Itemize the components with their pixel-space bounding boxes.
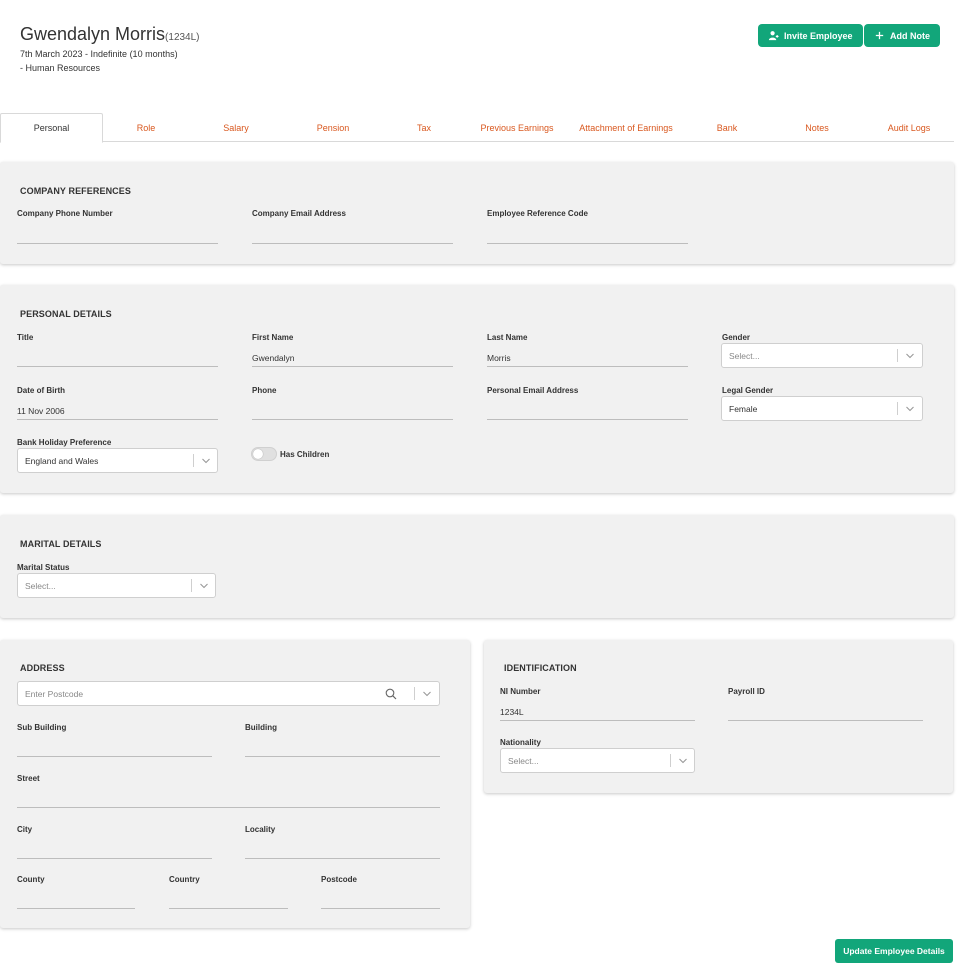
first-name-label: First Name (252, 333, 294, 342)
county-label: County (17, 875, 45, 884)
tab-personal[interactable]: Personal (0, 113, 103, 143)
chevron-down-icon (906, 353, 914, 359)
tab-bar: Personal Role Salary Pension Tax Previou… (0, 113, 954, 143)
employee-department: - Human Resources (20, 63, 101, 73)
tab-role[interactable]: Role (104, 113, 188, 142)
bank-holiday-label: Bank Holiday Preference (17, 438, 112, 447)
gender-placeholder: Select... (729, 350, 760, 361)
payroll-id-input[interactable] (728, 703, 923, 721)
bank-holiday-value: England and Wales (25, 455, 99, 466)
title-input[interactable] (17, 349, 218, 367)
building-input[interactable] (245, 739, 440, 757)
tab-pension[interactable]: Pension (284, 113, 382, 142)
user-plus-icon (768, 31, 779, 41)
add-note-label: Add Note (890, 30, 930, 41)
gender-select[interactable]: Select... (721, 343, 923, 368)
marital-status-label: Marital Status (17, 563, 70, 572)
payroll-id-label: Payroll ID (728, 687, 765, 696)
company-phone-input[interactable] (17, 226, 218, 244)
locality-label: Locality (245, 825, 276, 834)
date-of-birth-label: Date of Birth (17, 386, 65, 395)
invite-employee-label: Invite Employee (784, 30, 853, 41)
street-label: Street (17, 774, 40, 783)
has-children-label: Has Children (280, 450, 330, 459)
marital-status-placeholder: Select... (25, 580, 56, 591)
gender-label: Gender (722, 333, 751, 342)
locality-input[interactable] (245, 841, 440, 859)
marital-details-panel: MARITAL DETAILS Marital Status Select... (0, 515, 954, 618)
chevron-down-icon (200, 583, 208, 589)
date-of-birth-input[interactable]: 11 Nov 2006 (17, 402, 218, 420)
last-name-input[interactable]: Morris (487, 349, 688, 367)
street-input[interactable] (17, 790, 440, 808)
tab-attachment-of-earnings[interactable]: Attachment of Earnings (570, 113, 682, 142)
personal-email-label: Personal Email Address (487, 386, 579, 395)
building-label: Building (245, 723, 277, 732)
identification-title: IDENTIFICATION (504, 663, 577, 673)
postcode-search-placeholder: Enter Postcode (25, 688, 84, 699)
ni-number-label: NI Number (500, 687, 541, 696)
nationality-select[interactable]: Select... (500, 748, 695, 773)
city-input[interactable] (17, 841, 212, 859)
company-phone-label: Company Phone Number (17, 209, 113, 218)
postcode-input[interactable] (321, 891, 440, 909)
first-name-input[interactable]: Gwendalyn (252, 349, 453, 367)
invite-employee-button[interactable]: Invite Employee (758, 24, 863, 47)
company-references-title: COMPANY REFERENCES (20, 186, 131, 196)
postcode-search-input[interactable]: Enter Postcode (17, 681, 440, 706)
employee-name: Gwendalyn Morris (20, 24, 166, 44)
county-input[interactable] (17, 891, 135, 909)
tab-bank[interactable]: Bank (684, 113, 770, 142)
update-employee-details-button[interactable]: Update Employee Details (835, 939, 953, 963)
company-email-label: Company Email Address (252, 209, 346, 218)
tab-notes[interactable]: Notes (772, 113, 862, 142)
employee-code: (1234L) (165, 32, 200, 43)
sub-building-label: Sub Building (17, 723, 67, 732)
tab-audit-logs[interactable]: Audit Logs (864, 113, 954, 142)
phone-label: Phone (252, 386, 277, 395)
identification-panel: IDENTIFICATION NI Number 1234L Payroll I… (484, 640, 953, 793)
chevron-down-icon (202, 458, 210, 464)
ni-number-input[interactable]: 1234L (500, 703, 695, 721)
personal-details-title: PERSONAL DETAILS (20, 309, 112, 319)
tab-tax[interactable]: Tax (384, 113, 464, 142)
legal-gender-label: Legal Gender (722, 386, 774, 395)
legal-gender-value: Female (729, 403, 758, 414)
postcode-label: Postcode (321, 875, 358, 884)
add-note-button[interactable]: Add Note (864, 24, 940, 47)
country-input[interactable] (169, 891, 288, 909)
country-label: Country (169, 875, 200, 884)
last-name-label: Last Name (487, 333, 528, 342)
marital-status-select[interactable]: Select... (17, 573, 216, 598)
legal-gender-select[interactable]: Female (721, 396, 923, 421)
nationality-label: Nationality (500, 738, 541, 747)
has-children-toggle[interactable] (251, 447, 277, 461)
employment-period: 7th March 2023 - Indefinite (10 months) (20, 49, 178, 59)
sub-building-input[interactable] (17, 739, 212, 757)
personal-email-input[interactable] (487, 402, 688, 420)
address-title: ADDRESS (20, 663, 65, 673)
search-icon (385, 688, 397, 700)
employee-reference-code-label: Employee Reference Code (487, 209, 588, 218)
city-label: City (17, 825, 33, 834)
employee-header: Gwendalyn Morris(1234L) 7th March 2023 -… (20, 24, 200, 75)
phone-input[interactable] (252, 402, 453, 420)
plus-icon (875, 31, 884, 40)
company-references-panel: COMPANY REFERENCES Company Phone Number … (0, 162, 954, 264)
chevron-down-icon (423, 691, 431, 697)
employee-reference-code-input[interactable] (487, 226, 688, 244)
nationality-placeholder: Select... (508, 755, 539, 766)
marital-details-title: MARITAL DETAILS (20, 539, 102, 549)
chevron-down-icon (679, 758, 687, 764)
address-panel: ADDRESS Enter Postcode Sub Building Buil… (0, 640, 470, 928)
personal-details-panel: PERSONAL DETAILS Title First Name Gwenda… (0, 285, 954, 493)
bank-holiday-select[interactable]: England and Wales (17, 448, 218, 473)
title-label: Title (17, 333, 34, 342)
company-email-input[interactable] (252, 226, 453, 244)
tab-salary[interactable]: Salary (190, 113, 282, 142)
tab-previous-earnings[interactable]: Previous Earnings (466, 113, 568, 142)
chevron-down-icon (906, 406, 914, 412)
